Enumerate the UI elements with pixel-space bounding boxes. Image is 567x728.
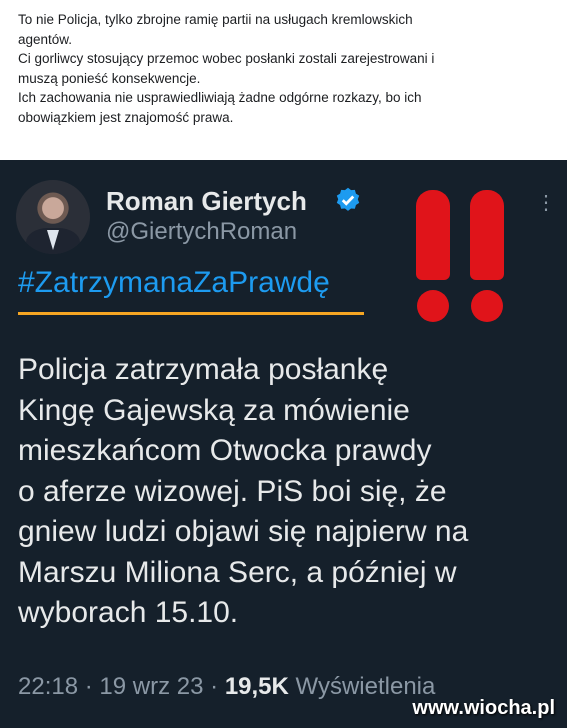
- post-header: To nie Policja, tylko zbrojne ramię part…: [0, 0, 567, 160]
- author-name[interactable]: Roman Giertych: [106, 186, 307, 217]
- tweet-line: Kingę Gajewską za mówienie: [18, 393, 410, 427]
- tweet-time[interactable]: 22:18: [18, 673, 78, 700]
- exclamation-mark-icon: [470, 190, 504, 322]
- exclamation-bar: [416, 190, 450, 280]
- post-text: To nie Policja, tylko zbrojne ramię part…: [18, 10, 553, 127]
- post-line: To nie Policja, tylko zbrojne ramię part…: [18, 12, 413, 27]
- watermark: www.wiocha.pl: [412, 697, 555, 719]
- exclamation-bar: [470, 190, 504, 280]
- post-line: Ich zachowania nie usprawiedliwiają żadn…: [18, 90, 422, 105]
- verified-badge-icon: [336, 187, 360, 211]
- exclamation-dot: [471, 290, 503, 322]
- post-line: obowiązkiem jest znajomość prawa.: [18, 109, 234, 125]
- views-count: 19,5K: [224, 673, 289, 700]
- tweet-line: gniew ludzi objawi się najpierw na: [18, 515, 469, 548]
- more-dots-icon[interactable]: ⋮: [536, 190, 557, 215]
- tweet-line: mieszkańcom Otwocka prawdy: [18, 434, 432, 467]
- hashtag-underline: [18, 312, 364, 315]
- tweet-line: Policja zatrzymała posłankę: [18, 353, 389, 386]
- tweet-line: o aferze wizowej. PiS boi się, że: [18, 474, 447, 508]
- post-line: muszą ponieść konsekwencje.: [18, 70, 201, 86]
- author-handle[interactable]: @GiertychRoman: [106, 218, 297, 246]
- tweet-meta: 22:18 · 19 wrz 23 · 19,5K Wyświetlenia: [18, 673, 435, 701]
- post-line: agentów.: [18, 31, 73, 47]
- hashtag-link[interactable]: #ZatrzymanaZaPrawdę: [18, 266, 330, 300]
- post-line: Ci gorliwcy stosujący przemoc wobec posł…: [18, 51, 435, 66]
- meta-separator: ·: [84, 673, 93, 700]
- tweet-line: Marszu Miliona Serc, a później w: [18, 555, 457, 589]
- tweet-card: Roman Giertych @GiertychRoman ⋮ #Zatrzym…: [0, 160, 567, 728]
- views-label: Wyświetlenia: [295, 673, 436, 700]
- meta-separator: ·: [210, 673, 219, 700]
- exclamation-dot: [417, 290, 449, 322]
- tweet-line: wyborach 15.10.: [18, 596, 239, 629]
- tweet-body: Policja zatrzymała posłankę Kingę Gajews…: [18, 350, 558, 634]
- avatar[interactable]: [16, 180, 90, 254]
- tweet-date[interactable]: 19 wrz 23: [99, 673, 203, 700]
- exclamation-mark-icon: [416, 190, 450, 322]
